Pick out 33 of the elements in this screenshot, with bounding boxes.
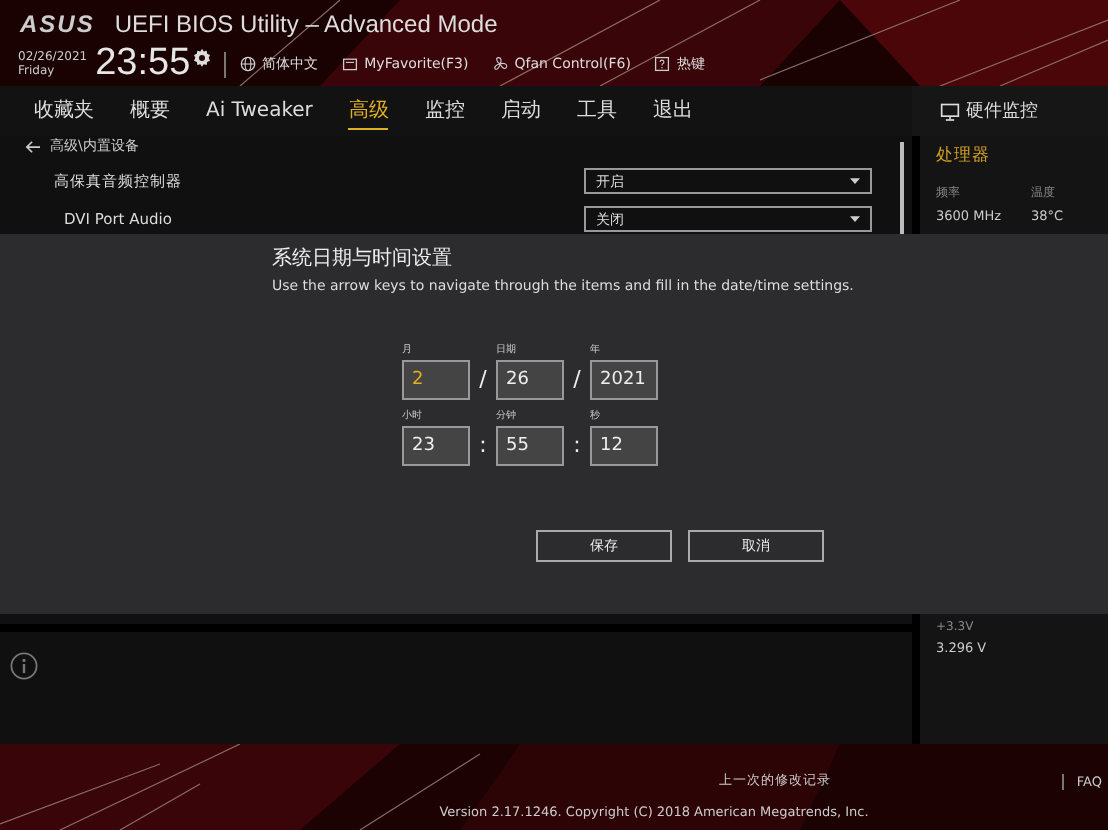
input-field[interactable]: 2 [402,360,470,400]
window-title: UEFI BIOS Utility – Advanced Mode [114,10,498,38]
help-icon [654,56,671,72]
monitor-icon [940,101,960,121]
clock-time: 23:55 [95,42,191,86]
panel-title: 硬件监控 [966,99,1038,124]
dialog-title: 系统日期与时间设置 [272,245,454,272]
input-field[interactable]: 55 [496,426,564,466]
caret-icon [850,215,860,223]
caret-icon [850,177,860,185]
info-icon [10,652,38,680]
tab[interactable]: 退出 [652,92,693,130]
tab[interactable]: 监控 [424,92,465,130]
separator-text: : [477,432,489,462]
settings-icon[interactable] [192,48,213,68]
separator-text: : [571,432,583,462]
section-title: 处理器 [936,144,992,168]
input-field[interactable]: 12 [590,426,658,466]
back-arrow-icon[interactable] [24,139,42,153]
tab[interactable]: 概要 [130,92,170,130]
fan-icon [492,56,509,72]
tab[interactable]: Ai Tweaker [206,95,313,127]
input-field[interactable]: 26 [496,360,564,400]
separator-text: / [477,366,489,396]
separator-text: / [571,366,583,396]
input-field[interactable]: 2021 [590,360,658,400]
tab[interactable]: 启动 [500,92,541,130]
tab[interactable]: 工具 [576,92,617,130]
logo: ASUS [20,10,95,38]
tab[interactable]: 收藏夹 [34,92,94,130]
input-field[interactable]: 23 [402,426,470,466]
tab[interactable]: 高级 [348,92,389,130]
globe-icon [240,56,257,72]
